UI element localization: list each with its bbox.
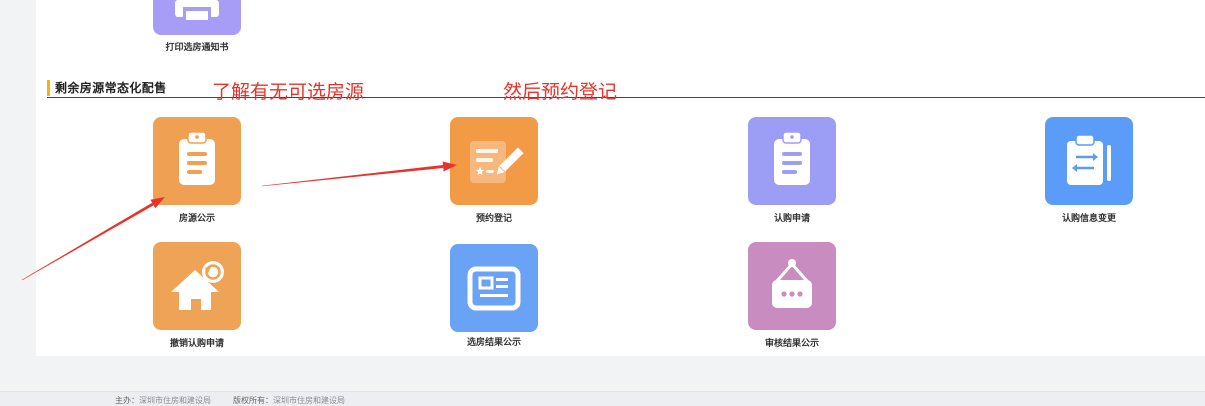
clipboard-exchange-icon <box>1067 134 1111 185</box>
printer-icon <box>175 0 219 20</box>
annotation-note-2: 然后预约登记 <box>503 82 618 103</box>
review-result-tile[interactable] <box>748 242 836 330</box>
purchase-apply-tile[interactable] <box>748 117 836 205</box>
clipboard-icon <box>774 131 810 185</box>
edit-document-icon <box>470 141 524 183</box>
cancel-purchase-tile[interactable] <box>153 242 241 330</box>
footer-host-label: 主办： <box>115 396 139 405</box>
house-undo-icon <box>171 261 224 310</box>
footer: 主办：深圳市住房和建设局 版权所有：深圳市住房和建设局 <box>0 391 1205 406</box>
purchase-info-change-label[interactable]: 认购信息变更 <box>1019 212 1159 224</box>
selection-result-tile[interactable] <box>450 244 538 332</box>
footer-copyright[interactable]: 深圳市住房和建设局 <box>273 396 345 405</box>
review-result-label[interactable]: 审核结果公示 <box>722 337 862 349</box>
listing-notice-tile[interactable] <box>153 117 241 205</box>
print-notice-tile[interactable] <box>153 0 241 35</box>
section-title: 剩余房源常态化配售 <box>55 81 167 95</box>
appointment-register-label[interactable]: 预约登记 <box>424 212 564 224</box>
selection-result-label[interactable]: 选房结果公示 <box>424 336 564 348</box>
newspaper-icon <box>467 266 521 311</box>
footer-text: 主办：深圳市住房和建设局 版权所有：深圳市住房和建设局 <box>115 396 345 406</box>
section-accent-bar <box>47 80 50 96</box>
appointment-register-tile[interactable] <box>450 117 538 205</box>
footer-host[interactable]: 深圳市住房和建设局 <box>139 396 211 405</box>
footer-copyright-label: 版权所有： <box>233 396 273 405</box>
print-notice-label[interactable]: 打印选房通知书 <box>127 41 267 53</box>
annotation-note-1: 了解有无可选房源 <box>212 82 365 103</box>
purchase-info-change-tile[interactable] <box>1045 117 1133 205</box>
hanging-sign-icon <box>772 259 812 308</box>
purchase-apply-label[interactable]: 认购申请 <box>722 212 862 224</box>
page: 打印选房通知书 剩余房源常态化配售 了解有无可选房源 然后预约登记 房源公示 预… <box>0 0 1205 406</box>
clipboard-icon <box>179 131 215 185</box>
listing-notice-label[interactable]: 房源公示 <box>127 212 267 224</box>
cancel-purchase-label[interactable]: 撤销认购申请 <box>127 337 267 349</box>
